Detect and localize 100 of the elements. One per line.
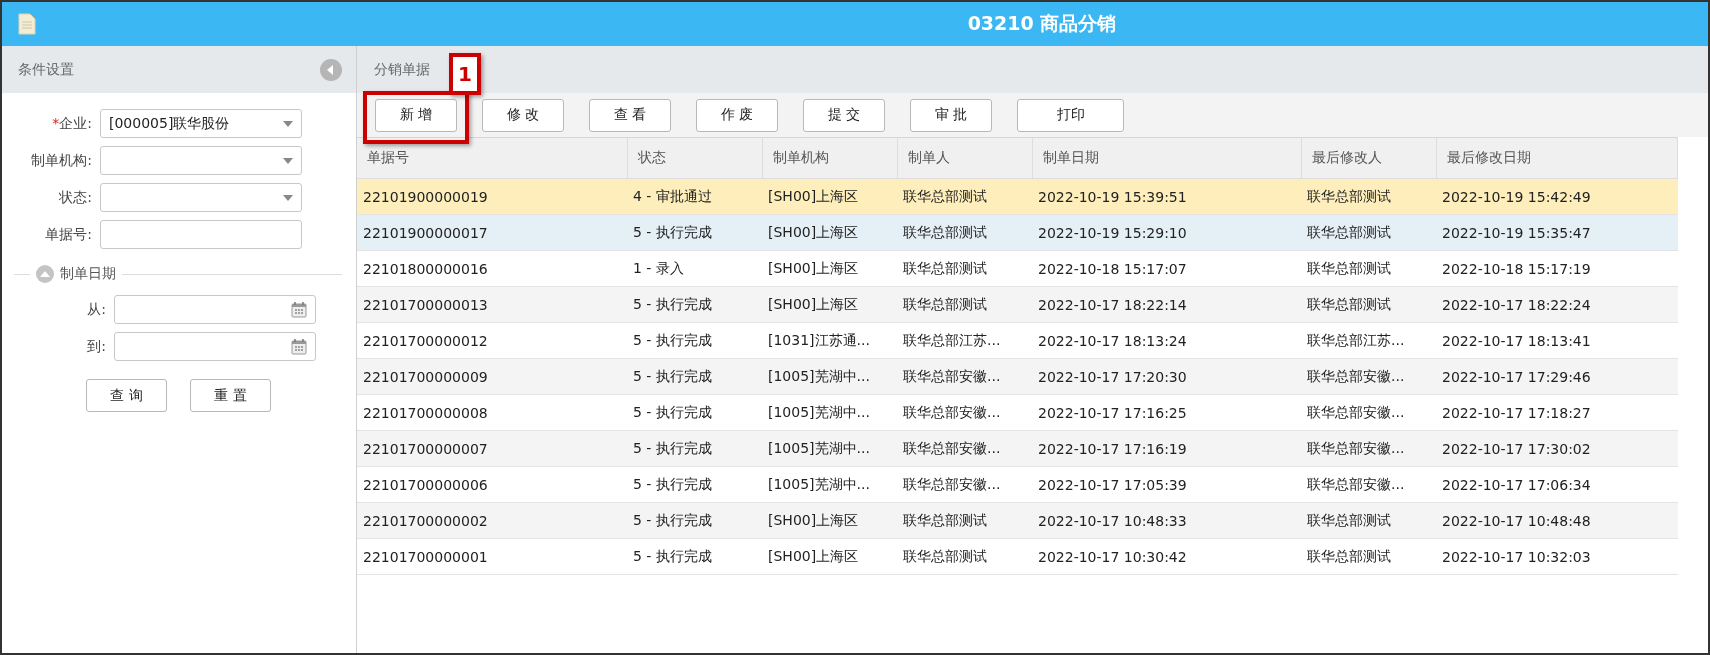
table-cell: 联华总部测试 <box>1301 286 1436 323</box>
table-cell: 5 - 执行完成 <box>627 502 762 539</box>
table-cell: 联华总部江苏... <box>897 322 1032 359</box>
calendar-icon[interactable] <box>291 301 307 318</box>
table-row[interactable]: 22101700000001 5 - 执行完成 [SH00]上海区 联华总部测试 2022-10-17 10:30:42 联华总部测试 2022-10-17 10:32:03 <box>357 538 1678 575</box>
table-cell: [1005]芜湖中... <box>762 430 897 467</box>
table-cell: 2022-10-18 15:17:07 <box>1032 250 1301 287</box>
window-title: 03210 商品分销 <box>966 11 1118 36</box>
toolbar-button[interactable]: 审 批 <box>910 98 992 132</box>
table-cell: 联华总部测试 <box>1301 538 1436 575</box>
table-cell: 联华总部安徽... <box>897 466 1032 503</box>
caret-icon <box>283 120 293 127</box>
dropdown-field[interactable] <box>100 183 302 212</box>
toolbar-button[interactable]: 作 废 <box>696 98 778 132</box>
table-row[interactable]: 22101700000006 5 - 执行完成 [1005]芜湖中... 联华总部安徽... 2022-10-17 17:05:39 联华总部安徽... 2022-10-17 17:06:34 <box>357 466 1678 503</box>
table-cell: [SH00]上海区 <box>762 538 897 575</box>
field-label: 到: <box>86 337 107 356</box>
dropdown-field[interactable]: [000005]联华股份 <box>100 109 302 138</box>
caret-icon <box>283 194 293 201</box>
table-cell: 22101700000013 <box>357 286 627 323</box>
column-header[interactable]: 状态 <box>627 138 762 179</box>
table-cell: 5 - 执行完成 <box>627 286 762 323</box>
toolbar-button[interactable]: 新 增 <box>375 98 457 132</box>
input-field[interactable] <box>100 220 302 249</box>
table-row[interactable]: 22101900000019 4 - 审批通过 [SH00]上海区 联华总部测试 2022-10-19 15:39:51 联华总部测试 2022-10-19 15:42:49 <box>357 178 1678 215</box>
table-cell: [SH00]上海区 <box>762 178 897 215</box>
table-cell: 22101700000008 <box>357 394 627 431</box>
table-row[interactable]: 22101700000012 5 - 执行完成 [1031]江苏通... 联华总部江苏... 2022-10-17 18:13:24 联华总部江苏... 2022-10-17 18:13:41 <box>357 322 1678 359</box>
field-label: 制单机构: <box>30 151 93 170</box>
toolbar-button[interactable]: 查 看 <box>589 98 671 132</box>
table-row[interactable]: 22101800000016 1 - 录入 [SH00]上海区 联华总部测试 2022-10-18 15:17:07 联华总部测试 2022-10-18 15:17:19 <box>357 250 1678 287</box>
table-cell: [1005]芜湖中... <box>762 466 897 503</box>
field-label: 单据号: <box>44 225 93 244</box>
toolbar-button[interactable]: 修 改 <box>482 98 564 132</box>
form-button[interactable]: 查 询 <box>86 379 167 412</box>
table-cell: 2022-10-17 10:48:33 <box>1032 502 1301 539</box>
table-cell: 2022-10-17 10:32:03 <box>1436 538 1678 575</box>
table-row[interactable]: 22101700000002 5 - 执行完成 [SH00]上海区 联华总部测试 2022-10-17 10:48:33 联华总部测试 2022-10-17 10:48:48 <box>357 502 1678 539</box>
toolbar-button[interactable]: 打印 <box>1017 98 1124 132</box>
calendar-icon[interactable] <box>291 338 307 355</box>
document-icon <box>18 13 36 35</box>
column-header[interactable]: 制单机构 <box>762 138 897 179</box>
table-cell: 5 - 执行完成 <box>627 214 762 251</box>
table-cell: 2022-10-19 15:29:10 <box>1032 214 1301 251</box>
table-cell: 2022-10-17 18:13:24 <box>1032 322 1301 359</box>
column-header[interactable]: 单据号 <box>357 138 627 179</box>
table-cell: 22101700000009 <box>357 358 627 395</box>
table-cell: 5 - 执行完成 <box>627 394 762 431</box>
table-cell: 2022-10-17 17:16:25 <box>1032 394 1301 431</box>
table-cell: 2022-10-17 10:48:48 <box>1436 502 1678 539</box>
table-cell: 4 - 审批通过 <box>627 178 762 215</box>
table-cell: 2022-10-17 17:16:19 <box>1032 430 1301 467</box>
table-cell: 联华总部安徽... <box>1301 394 1436 431</box>
column-header[interactable]: 最后修改日期 <box>1436 138 1678 179</box>
collapse-icon[interactable] <box>320 58 342 81</box>
column-header[interactable]: 制单日期 <box>1032 138 1301 179</box>
table-cell: 2022-10-18 15:17:19 <box>1436 250 1678 287</box>
toolbar-button[interactable]: 提 交 <box>803 98 885 132</box>
form-button[interactable]: 重 置 <box>190 379 271 412</box>
section-title: 分销单据 <box>374 60 430 79</box>
table-cell: 2022-10-19 15:42:49 <box>1436 178 1678 215</box>
table-cell: 联华总部安徽... <box>1301 466 1436 503</box>
table-cell: 2022-10-17 18:22:24 <box>1436 286 1678 323</box>
column-header[interactable]: 最后修改人 <box>1301 138 1436 179</box>
table-cell: [SH00]上海区 <box>762 214 897 251</box>
dropdown-field[interactable] <box>100 146 302 175</box>
table-cell: 1 - 录入 <box>627 250 762 287</box>
table-cell: 5 - 执行完成 <box>627 430 762 467</box>
column-header[interactable]: 制单人 <box>897 138 1032 179</box>
table-row[interactable]: 22101700000008 5 - 执行完成 [1005]芜湖中... 联华总部安徽... 2022-10-17 17:16:25 联华总部安徽... 2022-10-17 17:18:27 <box>357 394 1678 431</box>
table-cell: [SH00]上海区 <box>762 286 897 323</box>
table-cell: 22101700000002 <box>357 502 627 539</box>
table-cell: [1031]江苏通... <box>762 322 897 359</box>
table-row[interactable]: 22101700000013 5 - 执行完成 [SH00]上海区 联华总部测试 2022-10-17 18:22:14 联华总部测试 2022-10-17 18:22:24 <box>357 286 1678 323</box>
table-cell: 5 - 执行完成 <box>627 466 762 503</box>
table-cell: [1005]芜湖中... <box>762 358 897 395</box>
table-cell: 22101700000012 <box>357 322 627 359</box>
field-label: *企业: <box>51 114 93 133</box>
table-row[interactable]: 22101900000017 5 - 执行完成 [SH00]上海区 联华总部测试 2022-10-19 15:29:10 联华总部测试 2022-10-19 15:35:47 <box>357 214 1678 251</box>
date-field[interactable] <box>114 332 316 361</box>
table-cell: 联华总部测试 <box>897 286 1032 323</box>
caret-icon <box>283 157 293 164</box>
table-row[interactable]: 22101700000007 5 - 执行完成 [1005]芜湖中... 联华总部安徽... 2022-10-17 17:16:19 联华总部安徽... 2022-10-17 17:30:02 <box>357 430 1678 467</box>
table-cell: 联华总部安徽... <box>1301 358 1436 395</box>
table-cell: 联华总部江苏... <box>1301 322 1436 359</box>
table-cell: [1005]芜湖中... <box>762 394 897 431</box>
table-cell: 5 - 执行完成 <box>627 322 762 359</box>
table-cell: 2022-10-17 17:30:02 <box>1436 430 1678 467</box>
table-row[interactable]: 22101700000009 5 - 执行完成 [1005]芜湖中... 联华总部安徽... 2022-10-17 17:20:30 联华总部安徽... 2022-10-17 17:29:46 <box>357 358 1678 395</box>
table-cell: 22101700000001 <box>357 538 627 575</box>
table-cell: 联华总部测试 <box>897 214 1032 251</box>
table-cell: 2022-10-17 17:06:34 <box>1436 466 1678 503</box>
table-cell: 2022-10-17 18:22:14 <box>1032 286 1301 323</box>
toggle-icon[interactable] <box>36 265 54 283</box>
table-cell: 22101700000006 <box>357 466 627 503</box>
table-cell: 22101800000016 <box>357 250 627 287</box>
date-field[interactable] <box>114 295 316 324</box>
table-cell: 联华总部测试 <box>1301 178 1436 215</box>
table-cell: 联华总部安徽... <box>897 394 1032 431</box>
table-cell: 联华总部测试 <box>897 250 1032 287</box>
